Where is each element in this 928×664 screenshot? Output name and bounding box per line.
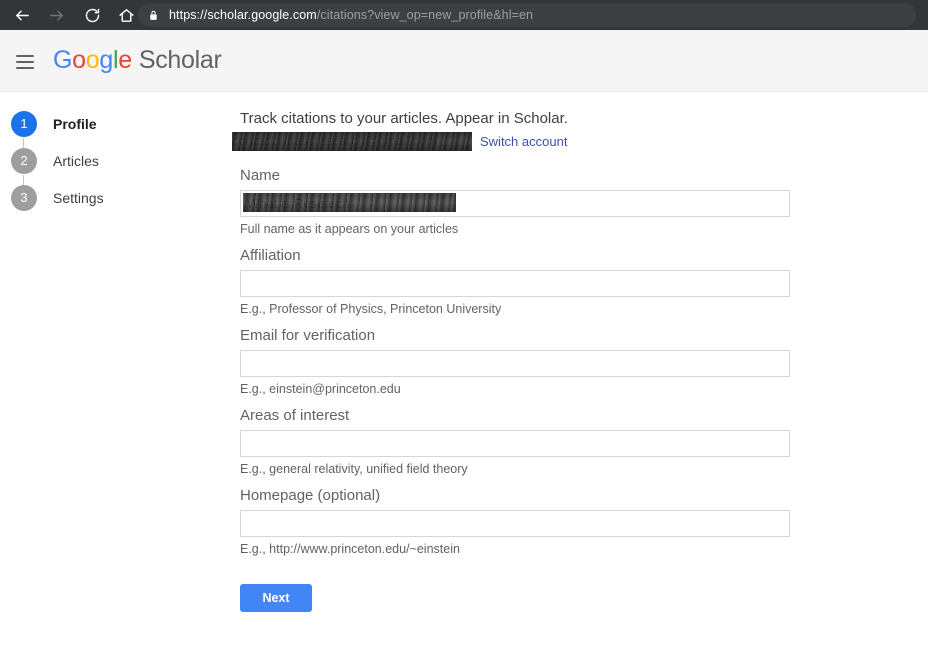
areas-of-interest-input[interactable]	[240, 430, 790, 457]
account-row: contact.whatisresearch@gmail.com Switch …	[240, 133, 800, 153]
logo-letter-o1: o	[72, 46, 86, 74]
name-input[interactable]	[240, 190, 790, 217]
switch-account-link[interactable]: Switch account	[480, 134, 567, 149]
email-redaction-overlay	[232, 132, 472, 151]
field-label-email: Email for verification	[240, 327, 800, 344]
field-label-affiliation: Affiliation	[240, 247, 800, 264]
sidebar-step-profile[interactable]: 1 Profile	[0, 105, 215, 142]
browser-toolbar: https://scholar.google.com/citations?vie…	[0, 0, 928, 30]
google-scholar-logo[interactable]: GoogleScholar	[53, 46, 222, 75]
sidebar-step-articles[interactable]: 2 Articles	[0, 142, 215, 179]
field-email: Email for verification E.g., einstein@pr…	[240, 327, 800, 396]
forward-button[interactable]	[42, 1, 70, 29]
step-number-1: 1	[11, 111, 37, 137]
field-hint-areas-of-interest: E.g., general relativity, unified field …	[240, 462, 800, 476]
hamburger-menu-icon[interactable]	[16, 55, 34, 69]
address-bar-url: https://scholar.google.com/citations?vie…	[169, 8, 533, 22]
logo-letter-o2: o	[86, 46, 100, 74]
step-number-2: 2	[11, 148, 37, 174]
email-input[interactable]	[240, 350, 790, 377]
logo-letter-g1: G	[53, 46, 72, 74]
field-label-areas-of-interest: Areas of interest	[240, 407, 800, 424]
steps-sidebar: 1 Profile 2 Articles 3 Settings	[0, 105, 215, 216]
address-bar[interactable]: https://scholar.google.com/citations?vie…	[138, 3, 916, 27]
field-hint-homepage: E.g., http://www.princeton.edu/~einstein	[240, 542, 800, 556]
field-homepage: Homepage (optional) E.g., http://www.pri…	[240, 487, 800, 556]
field-areas-of-interest: Areas of interest E.g., general relativi…	[240, 407, 800, 476]
logo-product-name: Scholar	[139, 46, 222, 74]
field-affiliation: Affiliation E.g., Professor of Physics, …	[240, 247, 800, 316]
field-label-homepage: Homepage (optional)	[240, 487, 800, 504]
step-label-profile: Profile	[53, 116, 97, 132]
lock-icon	[148, 9, 159, 22]
field-name: Name Full name as it appears on your art…	[240, 167, 800, 236]
step-label-articles: Articles	[53, 153, 99, 169]
field-hint-email: E.g., einstein@princeton.edu	[240, 382, 800, 396]
next-button[interactable]: Next	[240, 584, 312, 612]
logo-letter-g2: g	[99, 46, 113, 74]
affiliation-input[interactable]	[240, 270, 790, 297]
url-domain: https://scholar.google.com	[169, 8, 317, 22]
step-label-settings: Settings	[53, 190, 104, 206]
field-hint-affiliation: E.g., Professor of Physics, Princeton Un…	[240, 302, 800, 316]
forward-arrow-icon	[48, 7, 65, 24]
logo-letter-e: e	[118, 46, 132, 74]
field-hint-name: Full name as it appears on your articles	[240, 222, 800, 236]
step-number-3: 3	[11, 185, 37, 211]
home-button[interactable]	[112, 1, 140, 29]
back-arrow-icon	[14, 7, 31, 24]
profile-form: Track citations to your articles. Appear…	[240, 110, 800, 612]
form-headline: Track citations to your articles. Appear…	[240, 110, 800, 127]
homepage-input[interactable]	[240, 510, 790, 537]
field-label-name: Name	[240, 167, 800, 184]
scholar-header: GoogleScholar	[0, 30, 928, 92]
back-button[interactable]	[8, 1, 36, 29]
url-path: /citations?view_op=new_profile&hl=en	[317, 8, 533, 22]
sidebar-step-settings[interactable]: 3 Settings	[0, 179, 215, 216]
reload-button[interactable]	[78, 1, 106, 29]
reload-icon	[84, 7, 101, 24]
home-icon	[118, 7, 135, 24]
